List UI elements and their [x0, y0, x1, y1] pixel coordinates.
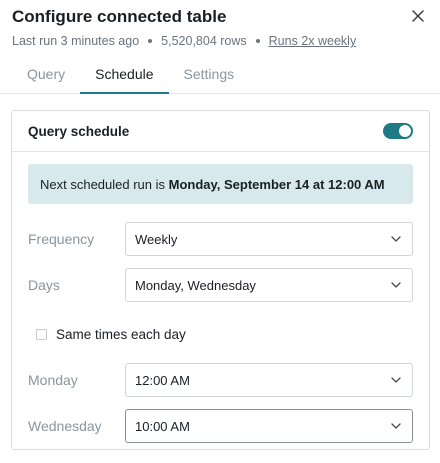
chevron-down-icon — [390, 279, 402, 291]
same-times-checkbox[interactable] — [36, 328, 47, 340]
table-meta: Last run 3 minutes ago 5,520,804 rows Ru… — [12, 34, 428, 48]
frequency-value: Weekly — [135, 231, 178, 247]
tab-settings[interactable]: Settings — [169, 65, 250, 93]
tab-query[interactable]: Query — [12, 65, 80, 93]
runs-frequency-link[interactable]: Runs 2x weekly — [269, 34, 357, 48]
chevron-down-icon — [390, 233, 402, 245]
configure-table-dialog: Configure connected table Last run 3 min… — [0, 0, 440, 463]
frequency-label: Frequency — [28, 231, 95, 247]
days-row: Days Monday, Wednesday — [28, 268, 413, 302]
monday-row: Monday 12:00 AM — [28, 363, 413, 397]
days-label: Days — [28, 277, 60, 293]
days-select[interactable]: Monday, Wednesday — [125, 268, 413, 302]
schedule-toggle[interactable] — [383, 123, 413, 139]
wednesday-label: Wednesday — [28, 418, 102, 434]
same-times-row: Same times each day — [36, 324, 413, 344]
monday-time-select[interactable]: 12:00 AM — [125, 363, 413, 397]
wednesday-time-value: 10:00 AM — [135, 418, 190, 434]
banner-prefix: Next scheduled run is — [40, 176, 169, 192]
row-count-text: 5,520,804 rows — [161, 34, 247, 48]
tab-schedule[interactable]: Schedule — [80, 65, 169, 94]
frequency-row: Frequency Weekly — [28, 222, 413, 256]
last-run-text: Last run 3 minutes ago — [12, 34, 140, 48]
frequency-select[interactable]: Weekly — [125, 222, 413, 256]
card-header: Query schedule — [12, 111, 429, 152]
chevron-down-icon — [390, 374, 402, 386]
close-icon — [412, 10, 424, 22]
close-button[interactable] — [408, 6, 428, 26]
same-times-label: Same times each day — [56, 326, 186, 342]
chevron-down-icon — [390, 420, 402, 432]
separator-dot — [255, 39, 260, 43]
query-schedule-card: Query schedule Next scheduled run is Mon… — [11, 110, 430, 450]
tab-bar: Query Schedule Settings — [0, 65, 440, 94]
monday-time-value: 12:00 AM — [135, 372, 190, 388]
dialog-header: Configure connected table Last run 3 min… — [0, 0, 440, 48]
card-title: Query schedule — [28, 123, 130, 139]
wednesday-time-select[interactable]: 10:00 AM — [125, 409, 413, 443]
next-run-banner: Next scheduled run is Monday, September … — [28, 164, 413, 204]
banner-date: Monday, September 14 at 12:00 AM — [168, 176, 385, 192]
dialog-title: Configure connected table — [12, 7, 227, 26]
separator-dot — [148, 39, 153, 43]
monday-label: Monday — [28, 372, 78, 388]
toggle-knob — [399, 125, 411, 137]
days-value: Monday, Wednesday — [135, 277, 256, 293]
wednesday-row: Wednesday 10:00 AM — [28, 409, 413, 443]
